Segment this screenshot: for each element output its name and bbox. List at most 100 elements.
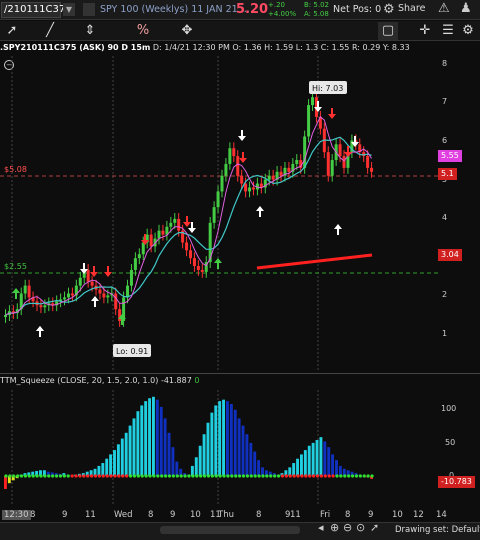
squeeze-histogram-bar: [300, 454, 303, 476]
indicator-name: TTM_Squeeze (CLOSE, 20, 1.5, 2.0, 1.0): [0, 376, 159, 385]
squeeze-dot: [253, 474, 257, 478]
candle: [287, 167, 291, 172]
squeeze-dot: [331, 474, 335, 478]
squeeze-dot: [70, 474, 74, 478]
pencil-icon[interactable]: ╱: [40, 22, 60, 40]
candle: [240, 175, 244, 184]
menu-icon[interactable]: ☰: [438, 22, 458, 40]
squeeze-dot: [164, 474, 168, 478]
chart-close: C: 1.55: [320, 43, 350, 52]
cursor-icon[interactable]: ➚: [370, 521, 379, 534]
bell-icon[interactable]: ♟: [460, 1, 472, 16]
layout-icon[interactable]: ▢: [378, 22, 398, 40]
gear-icon[interactable]: ⚙: [383, 2, 395, 17]
squeeze-dot: [35, 474, 39, 478]
share-button[interactable]: Share: [398, 3, 425, 14]
sell-signal-arrow: [328, 108, 336, 119]
squeeze-histogram-bar: [253, 451, 257, 476]
scroll-left-icon[interactable]: ◂: [318, 521, 324, 534]
net-position: Net Pos: 0: [333, 4, 382, 15]
squeeze-histogram-bar: [241, 425, 245, 476]
gear-icon[interactable]: ⚙: [458, 22, 478, 40]
buy-signal-arrow: [91, 296, 99, 307]
squeeze-histogram-bar: [124, 432, 128, 476]
squeeze-dot: [296, 474, 300, 478]
time-axis-tick: 10: [190, 510, 201, 520]
candle: [161, 230, 165, 235]
squeeze-dot: [58, 474, 63, 478]
squeeze-dot: [101, 474, 105, 478]
indicator-value: -41.887: [160, 376, 192, 385]
squeeze-histogram-bar: [105, 458, 109, 476]
chart-range: R: 0.29: [351, 43, 381, 52]
squeeze-dot: [97, 474, 102, 478]
instrument-description: SPY 100 (Weeklys) 11 JAN 21 ...: [100, 4, 250, 15]
time-axis-tick: 12:30: [2, 510, 31, 520]
drawing-set-label[interactable]: Drawing set: Default: [395, 525, 480, 535]
candle: [114, 293, 118, 310]
squeeze-dot: [347, 474, 351, 478]
candle: [244, 183, 248, 192]
squeeze-dot: [199, 474, 203, 478]
squeeze-dot: [312, 474, 316, 478]
crosshair-icon[interactable]: ✛: [415, 22, 435, 40]
squeeze-histogram-bar: [120, 438, 124, 476]
price-chart[interactable]: $5.08 $2.55 Hi: 7.03 Lo: 0.91: [0, 56, 438, 372]
squeeze-histogram-bar: [327, 447, 331, 476]
squeeze-dot: [308, 474, 312, 478]
alert-icon[interactable]: ⚠: [438, 1, 450, 16]
candle: [370, 167, 374, 172]
cursor-icon[interactable]: ➚: [2, 22, 22, 40]
squeeze-dot: [179, 474, 183, 478]
time-axis-tick: 8: [30, 510, 36, 520]
time-axis-tick: 9: [62, 510, 68, 520]
squeeze-dot: [249, 474, 253, 478]
candle: [126, 285, 130, 298]
link-icon[interactable]: [83, 3, 95, 16]
squeeze-dot: [304, 474, 308, 478]
chart-y: Y: 8.33: [382, 43, 410, 52]
percent-icon[interactable]: %: [133, 22, 153, 40]
squeeze-dot: [105, 474, 109, 478]
time-axis-tick: Thu: [218, 510, 234, 520]
squeeze-histogram-bar: [222, 399, 225, 476]
zoom-reset-icon[interactable]: ⊙: [356, 521, 365, 534]
zoom-in-icon[interactable]: ⊕: [330, 521, 339, 534]
ttm-squeeze-chart[interactable]: [0, 390, 438, 506]
candle: [232, 148, 236, 157]
squeeze-histogram-bar: [226, 401, 229, 476]
squeeze-histogram-bar: [202, 434, 206, 476]
time-axis-tick: 10: [392, 510, 403, 520]
squeeze-histogram-bar: [136, 411, 140, 476]
squeeze-dot: [269, 474, 273, 478]
move-tool-icon[interactable]: ✥: [177, 22, 197, 40]
squeeze-dot: [136, 474, 140, 478]
squeeze-histogram-bar: [303, 450, 307, 476]
squeeze-dot: [183, 474, 187, 478]
buy-signal-arrow: [334, 224, 342, 235]
squeeze-histogram-bar: [229, 404, 233, 476]
candle: [212, 207, 216, 223]
zoom-out-icon[interactable]: ⊖: [343, 521, 352, 534]
squeeze-dot: [206, 474, 211, 478]
squeeze-dot: [210, 474, 214, 478]
squeeze-dot: [156, 474, 160, 478]
time-axis-tick: 14: [436, 510, 447, 520]
squeeze-dot: [350, 474, 355, 478]
squeeze-dot: [23, 474, 28, 478]
squeeze-histogram-bar: [315, 440, 319, 476]
candle: [118, 309, 122, 321]
horizontal-scrollbar[interactable]: [160, 526, 300, 534]
squeeze-dot: [140, 474, 144, 478]
net-change: +.20: [268, 1, 285, 9]
symbol-input[interactable]: /210111C375: [1, 2, 72, 18]
pane-divider[interactable]: [0, 373, 480, 374]
squeeze-dot: [202, 474, 207, 478]
symbol-dropdown-icon[interactable]: ▼: [63, 3, 75, 16]
price-tool-icon[interactable]: ⇕: [80, 22, 100, 40]
squeeze-dot: [27, 474, 31, 478]
candle: [192, 258, 196, 267]
squeeze-dot: [86, 474, 90, 478]
squeeze-dot: [117, 474, 121, 478]
squeeze-histogram-bar: [198, 445, 202, 476]
